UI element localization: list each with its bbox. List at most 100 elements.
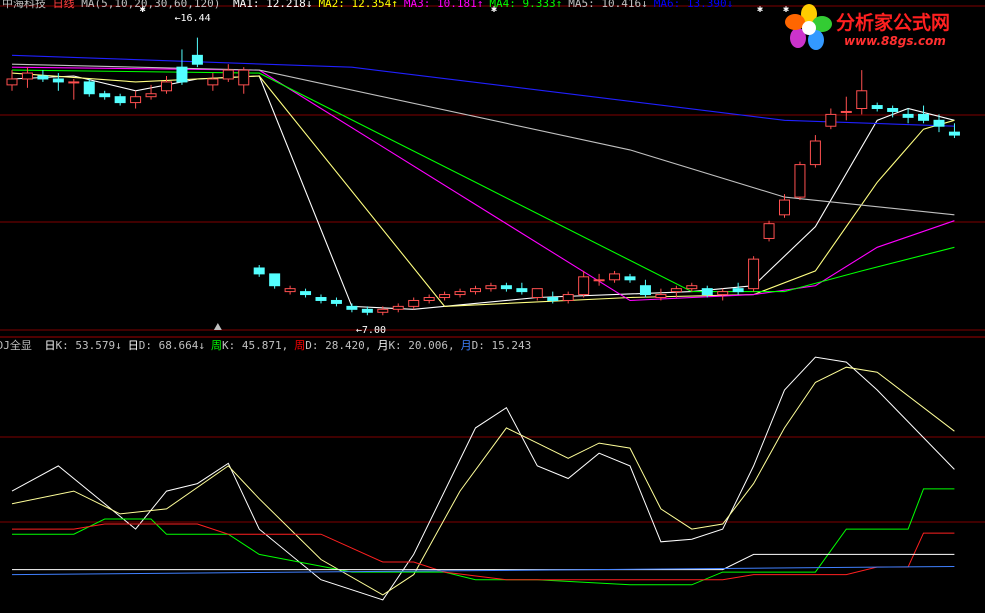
candle-up	[145, 93, 157, 98]
signal-star-icon: ✱	[757, 4, 763, 15]
ma-line-ma4	[11, 69, 955, 293]
candle-up	[779, 199, 790, 216]
ma-label: MA6: 13.390↓	[653, 0, 734, 10]
triangle-marker-icon	[213, 323, 222, 330]
candle-down	[918, 113, 930, 121]
ma-params: MA(5,10,20,30,60,120)	[81, 0, 221, 10]
candle-up	[6, 78, 18, 86]
candle-up	[809, 140, 821, 166]
candle-up	[717, 291, 729, 296]
candle-down	[37, 75, 49, 80]
candle-down	[361, 308, 373, 313]
candle-down	[701, 288, 713, 296]
stock-name: 中海科技	[2, 0, 46, 10]
ma-label: MA5: 10.416↓	[568, 0, 648, 10]
kdj-label: 日D: 68.664↓	[127, 339, 205, 352]
candle-down	[732, 288, 744, 293]
candle-down	[300, 291, 312, 296]
logo-title: 分析家公式网	[836, 12, 951, 34]
ma-line-ma6	[11, 54, 955, 127]
flower-logo-icon	[785, 4, 832, 50]
candle-up	[593, 279, 605, 282]
candle-down	[624, 276, 636, 281]
candle-up	[222, 69, 234, 80]
candle-up	[207, 78, 219, 86]
candle-down	[639, 285, 651, 296]
candle-down	[516, 288, 528, 293]
candle-down	[114, 96, 126, 104]
candle-up	[68, 81, 80, 84]
site-logo: 分析家公式网 www.88gs.com	[784, 2, 984, 52]
candle-up	[578, 276, 590, 296]
candle-up	[655, 294, 667, 299]
kdj-series-line	[11, 356, 955, 601]
candle-down	[500, 285, 512, 290]
candle-up	[408, 299, 420, 307]
ma-label: MA4: 9.333↑	[489, 0, 563, 10]
candle-up	[670, 288, 682, 293]
kdj-label: 月D: 15.243	[460, 339, 532, 352]
grid-lines	[0, 5, 985, 523]
candle-down	[191, 54, 203, 65]
low-price-marker: ←7.00	[356, 325, 386, 336]
candle-up	[454, 291, 466, 296]
kdj-lines	[11, 356, 955, 601]
candle-down	[887, 108, 899, 112]
candle-up	[392, 305, 404, 310]
ma-label: MA1: 12.218↓	[232, 0, 313, 10]
candle-down	[547, 297, 559, 301]
candle-up	[161, 81, 172, 92]
candle-down	[253, 267, 265, 275]
candle-up	[531, 288, 543, 299]
candle-up	[238, 69, 250, 86]
candle-up	[562, 294, 574, 301]
ma-label: MA2: 12.354↑	[318, 0, 398, 10]
kdj-series-line	[11, 566, 955, 576]
ma-label: MA3: 10.181↑	[403, 0, 484, 10]
ma-line-ma2	[11, 72, 955, 307]
price-panel-header: 中海科技 日线 MA(5,10,20,30,60,120) MA1: 12.21…	[2, 0, 733, 11]
kdj-label: 周D: 28.420,	[294, 339, 372, 352]
candlesticks[interactable]	[6, 37, 960, 316]
candle-down	[933, 119, 945, 127]
candle-down	[346, 305, 358, 310]
candle-up	[439, 294, 451, 299]
candle-down	[52, 78, 64, 83]
stock-chart[interactable]: ←16.44←7.00✱ ✱ ✱ ✱	[0, 0, 985, 613]
candle-up	[748, 258, 760, 290]
kdj-panel-header: KDJ全显 日K: 53.579↓ 日D: 68.664↓ 周K: 45.871, 周…	[0, 337, 531, 353]
period-label: 日线	[52, 0, 75, 10]
candle-up	[825, 113, 837, 127]
candle-down	[315, 297, 327, 301]
kdj-label-list: 日K: 53.579↓ 日D: 68.664↓ 周K: 45.871, 周D: 28.…	[39, 339, 532, 352]
candle-up	[686, 285, 698, 290]
kdj-label: 日K: 53.579↓	[44, 339, 122, 352]
candle-down	[948, 131, 960, 136]
ma-line-ma1	[11, 75, 955, 310]
candle-up	[21, 72, 33, 80]
logo-url: www.88gs.com	[844, 34, 946, 48]
candle-down	[902, 113, 914, 118]
candle-down	[99, 93, 111, 98]
kdj-label: 周K: 45.871,	[210, 339, 289, 352]
candle-up	[423, 297, 435, 301]
candle-up	[130, 96, 142, 104]
candle-down	[871, 105, 883, 110]
candle-up	[470, 288, 481, 293]
kdj-label: 月K: 20.006,	[377, 339, 455, 352]
candle-up	[284, 288, 296, 293]
ma-line-ma5	[11, 63, 955, 216]
ma-label-list: MA1: 12.218↓ MA2: 12.354↑ MA3: 10.181↑ MA4:…	[227, 0, 733, 10]
candle-down	[330, 299, 342, 304]
candle-up	[840, 110, 852, 113]
kdj-series-line	[12, 523, 955, 581]
candle-up	[609, 273, 621, 281]
candle-up	[377, 308, 389, 313]
candle-up	[794, 164, 806, 198]
candle-up	[856, 90, 868, 110]
candle-up	[763, 223, 775, 239]
candle-down	[176, 66, 188, 83]
kdj-title: KDJ全显	[0, 339, 32, 352]
ma-line-ma3	[11, 66, 955, 302]
high-price-marker: ←16.44	[175, 13, 211, 24]
